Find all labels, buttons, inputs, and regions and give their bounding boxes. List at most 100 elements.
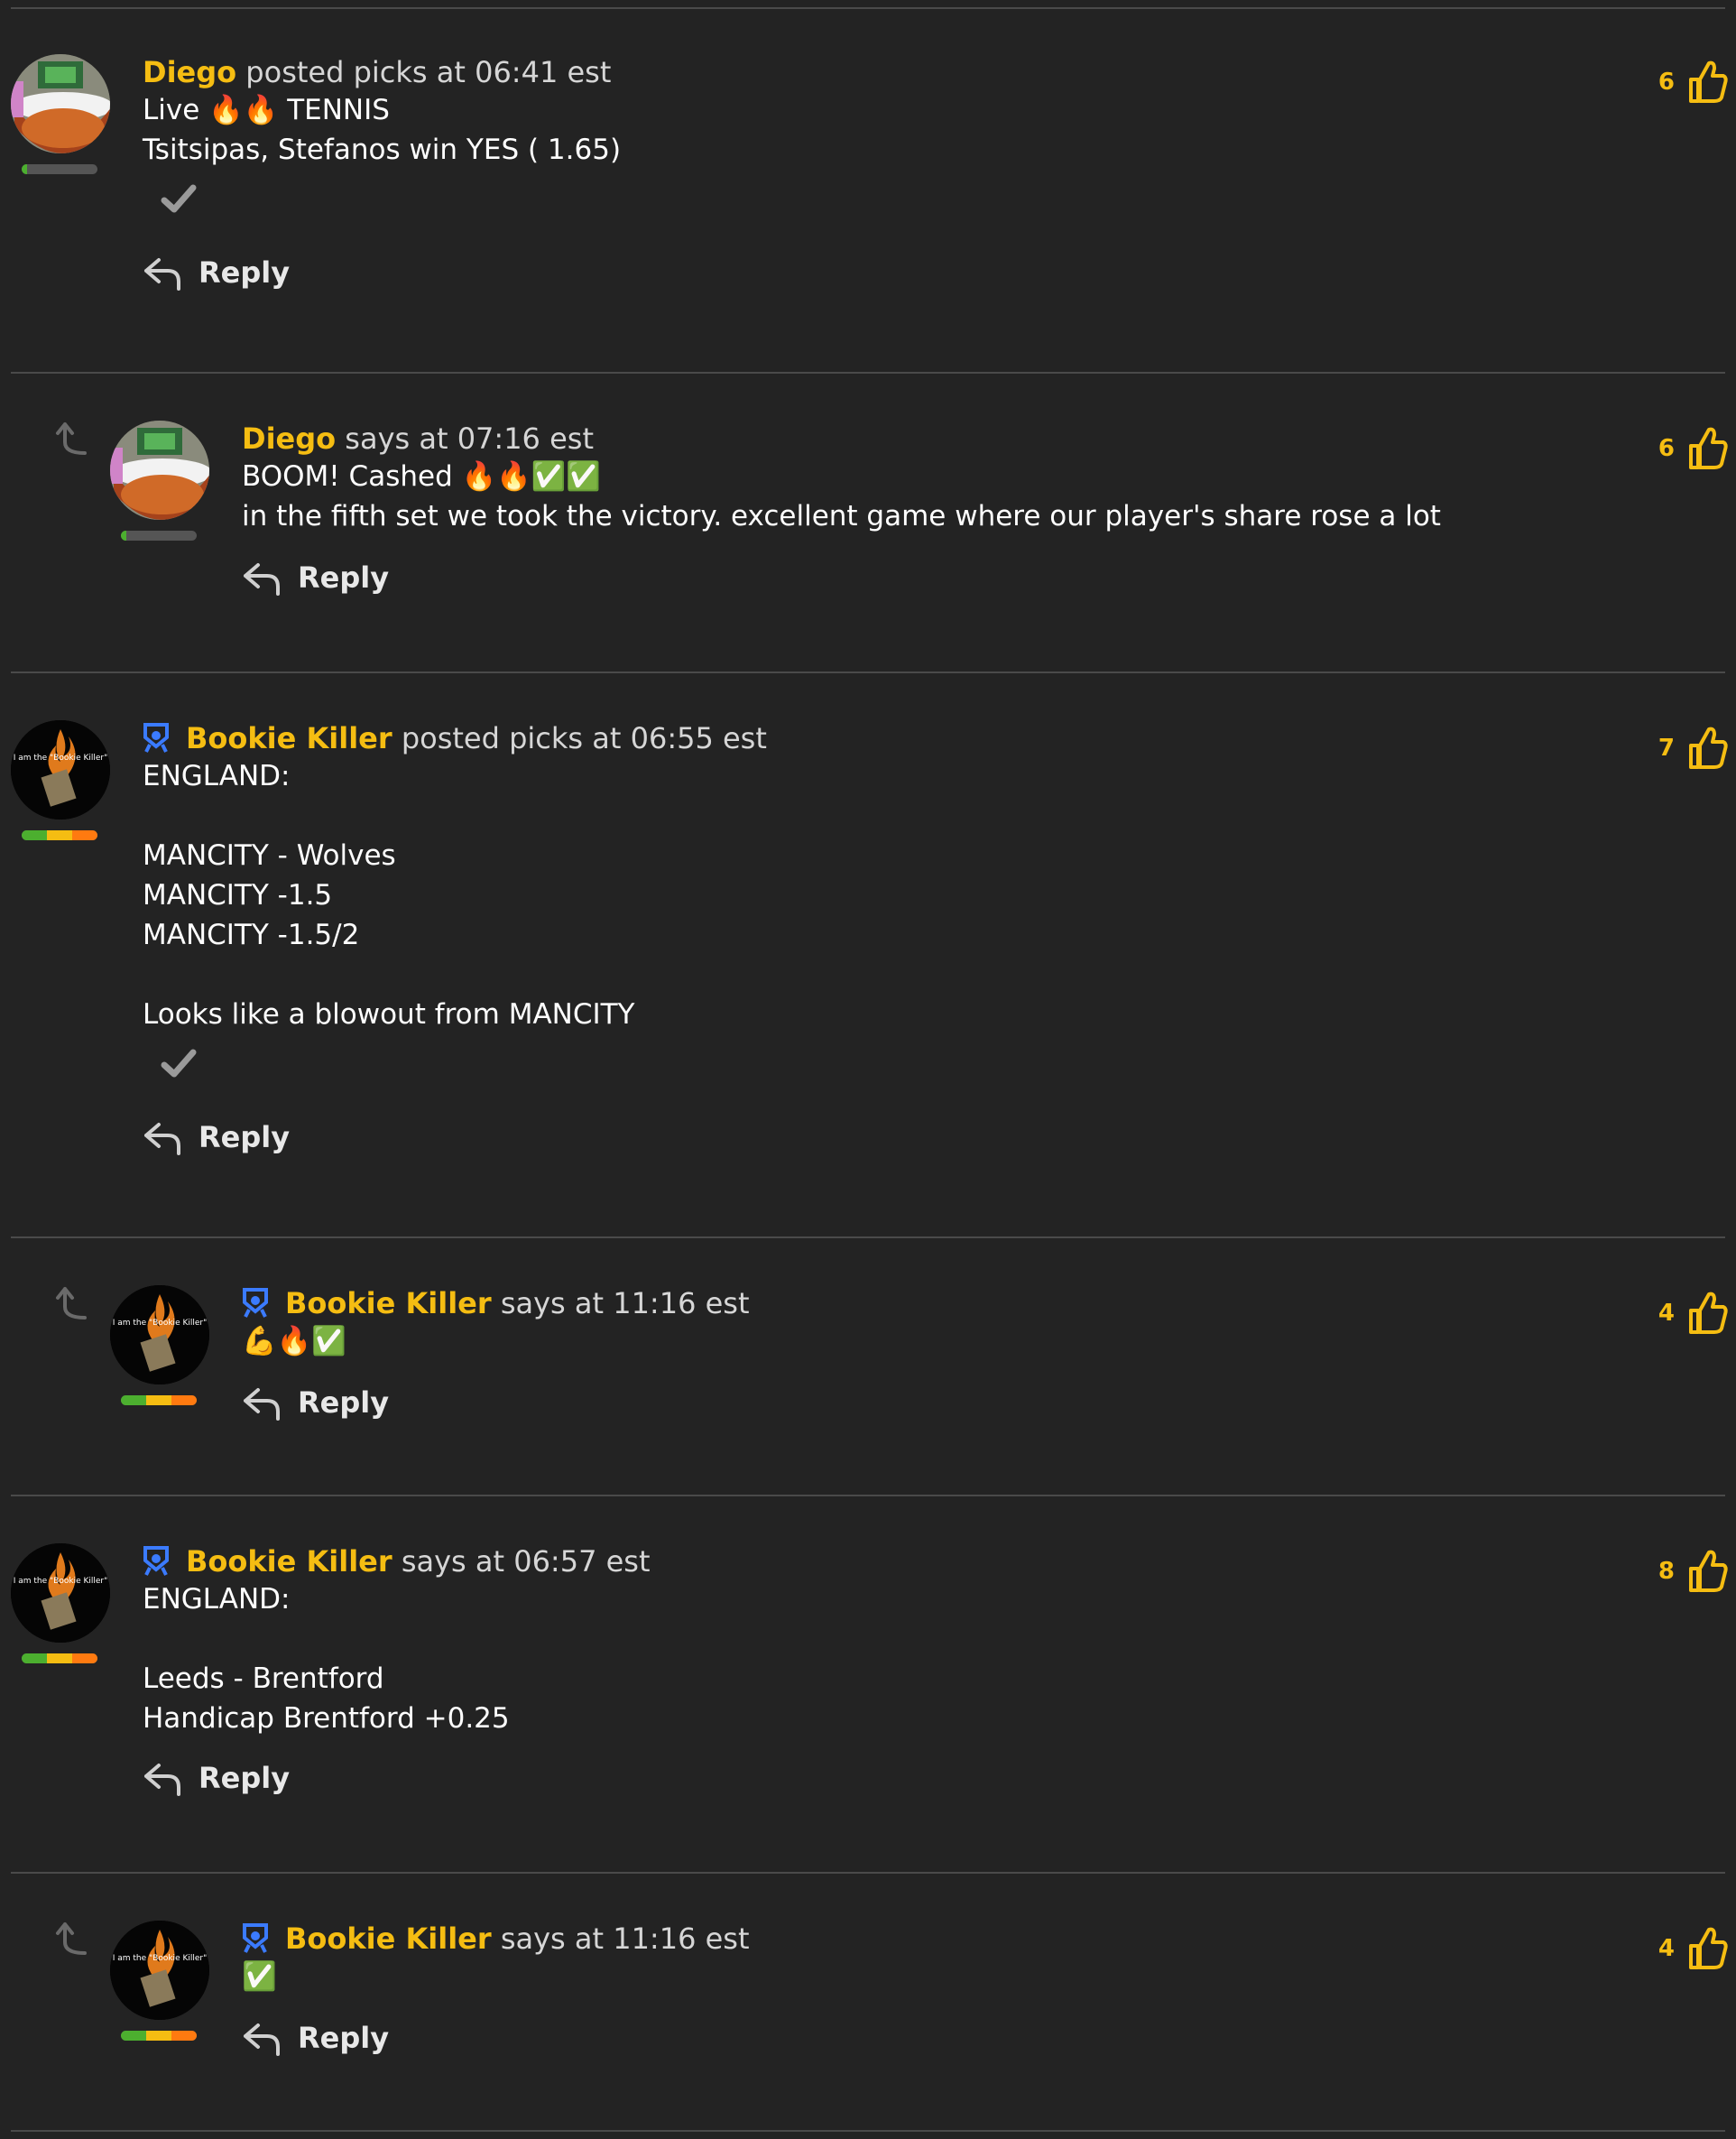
reply-button[interactable]: Reply [143,1119,767,1155]
like-count: 4 [1658,1300,1675,1327]
comment-line [143,1619,651,1659]
reply-arrow-icon [144,1764,180,1796]
comment-line [143,955,767,995]
username[interactable]: Bookie Killer [186,721,392,755]
avatar-caption: I am the "Bookie Killer" [113,1954,208,1963]
avatar[interactable]: I am the "Bookie Killer" [11,1543,112,1663]
thumbs-up-icon[interactable] [1687,726,1729,771]
reply-label: Reply [199,255,291,290]
divider [11,1495,1725,1496]
like-count: 7 [1658,735,1675,762]
reply-label: Reply [298,2021,390,2055]
comment-line: MANCITY -1.5 [143,879,333,912]
like-count: 8 [1658,1558,1675,1585]
bookie-killer-avatar-icon: I am the "Bookie Killer" [11,1543,110,1643]
comment-header: Bookie Killer says at 11:16 est [242,1921,750,1957]
avatar[interactable]: I am the "Bookie Killer" [110,1285,211,1405]
username[interactable]: Bookie Killer [285,1286,492,1320]
rank-bar [121,531,197,541]
avatar-caption: I am the "Bookie Killer" [113,1319,208,1328]
comment-line: Looks like a blowout from MANCITY [143,998,635,1031]
reply-arrow-icon [144,1123,180,1155]
reply-label: Reply [199,1761,291,1795]
like-count: 6 [1658,69,1675,96]
rank-bar [121,1395,197,1405]
comment-header: Diego says at 07:16 est [242,421,1441,457]
award-badge-icon [143,723,169,753]
bookie-killer-avatar-icon: I am the "Bookie Killer" [110,1285,209,1384]
comment-line: Leeds - Brentford [143,1662,384,1695]
avatar[interactable]: I am the "Bookie Killer" [110,1921,211,2041]
reply-arrow-icon [244,563,280,596]
thumbs-up-icon[interactable] [1687,60,1729,105]
nested-reply-icon [56,1287,87,1320]
reply-label: Reply [298,1385,390,1420]
tennis-scene-avatar-icon [110,421,209,520]
comment-header: Bookie Killer says at 11:16 est [242,1285,750,1321]
username[interactable]: Diego [242,421,336,456]
rank-bar [22,1653,97,1663]
divider [11,7,1725,9]
divider [11,1236,1725,1238]
divider [11,372,1725,374]
username[interactable]: Diego [143,55,236,89]
rank-bar [22,830,97,840]
reply-button[interactable]: Reply [242,1384,750,1421]
reply-button[interactable]: Reply [242,2020,750,2056]
comment-content: Diego says at 07:16 est BOOM! Cashed 🔥🔥✅… [242,421,1441,596]
comment-header: Bookie Killer posted picks at 06:55 est [143,720,767,756]
thumbs-up-icon[interactable] [1687,1549,1729,1594]
like-control: 6 [1658,60,1729,105]
avatar-caption: I am the "Bookie Killer" [14,1577,108,1586]
thumbs-up-icon[interactable] [1687,1926,1729,1971]
award-badge-icon [243,1923,268,1953]
comment-line: ENGLAND: [143,1583,291,1616]
comment-content: Bookie Killer says at 06:57 est ENGLAND:… [143,1543,651,1796]
comment-line: Live 🔥🔥 TENNIS [143,94,390,126]
timestamp: says at 11:16 est [500,1286,750,1320]
rank-bar [121,2031,197,2041]
comment-content: Diego posted picks at 06:41 est Live 🔥🔥 … [143,54,621,291]
comment-line: MANCITY - Wolves [143,839,396,872]
avatar-caption: I am the "Bookie Killer" [14,754,108,763]
like-count: 6 [1658,435,1675,462]
timestamp: posted picks at 06:41 est [245,55,612,89]
comment-line: BOOM! Cashed 🔥🔥✅✅ [242,460,601,493]
avatar[interactable] [11,54,112,174]
nested-reply-icon [56,422,87,455]
comment-line: Tsitsipas, Stefanos win YES ( 1.65) [143,134,622,166]
nested-reply-icon [56,1922,87,1955]
reply-arrow-icon [244,1388,280,1421]
rank-bar [22,164,97,174]
reply-button[interactable]: Reply [143,255,621,291]
reply-button[interactable]: Reply [242,560,1441,596]
thumbs-up-icon[interactable] [1687,1291,1729,1336]
avatar[interactable] [110,421,211,541]
like-control: 4 [1658,1291,1729,1336]
thumbs-up-icon[interactable] [1687,426,1729,471]
check-icon [161,184,197,213]
like-control: 7 [1658,726,1729,771]
comment-line [143,796,767,836]
timestamp: posted picks at 06:55 est [401,721,767,755]
check-icon [161,1049,197,1078]
comment-line: ✅ [242,1960,277,1993]
timestamp: says at 07:16 est [345,421,594,456]
tennis-scene-avatar-icon [11,54,110,153]
like-control: 8 [1658,1549,1729,1594]
timestamp: says at 11:16 est [500,1921,750,1956]
reply-button[interactable]: Reply [143,1760,651,1796]
comment-line: in the fifth set we took the victory. ex… [242,500,1441,532]
avatar[interactable]: I am the "Bookie Killer" [11,720,112,840]
comment-line: ENGLAND: [143,760,291,792]
bookie-killer-avatar-icon: I am the "Bookie Killer" [110,1921,209,2020]
award-badge-icon [243,1288,268,1318]
comment-line: 💪🔥✅ [242,1325,346,1357]
divider [11,2130,1725,2132]
username[interactable]: Bookie Killer [186,1544,392,1579]
reply-arrow-icon [144,258,180,291]
comment-content: Bookie Killer posted picks at 06:55 est … [143,720,767,1155]
like-control: 4 [1658,1926,1729,1971]
username[interactable]: Bookie Killer [285,1921,492,1956]
comment-header: Bookie Killer says at 06:57 est [143,1543,651,1579]
